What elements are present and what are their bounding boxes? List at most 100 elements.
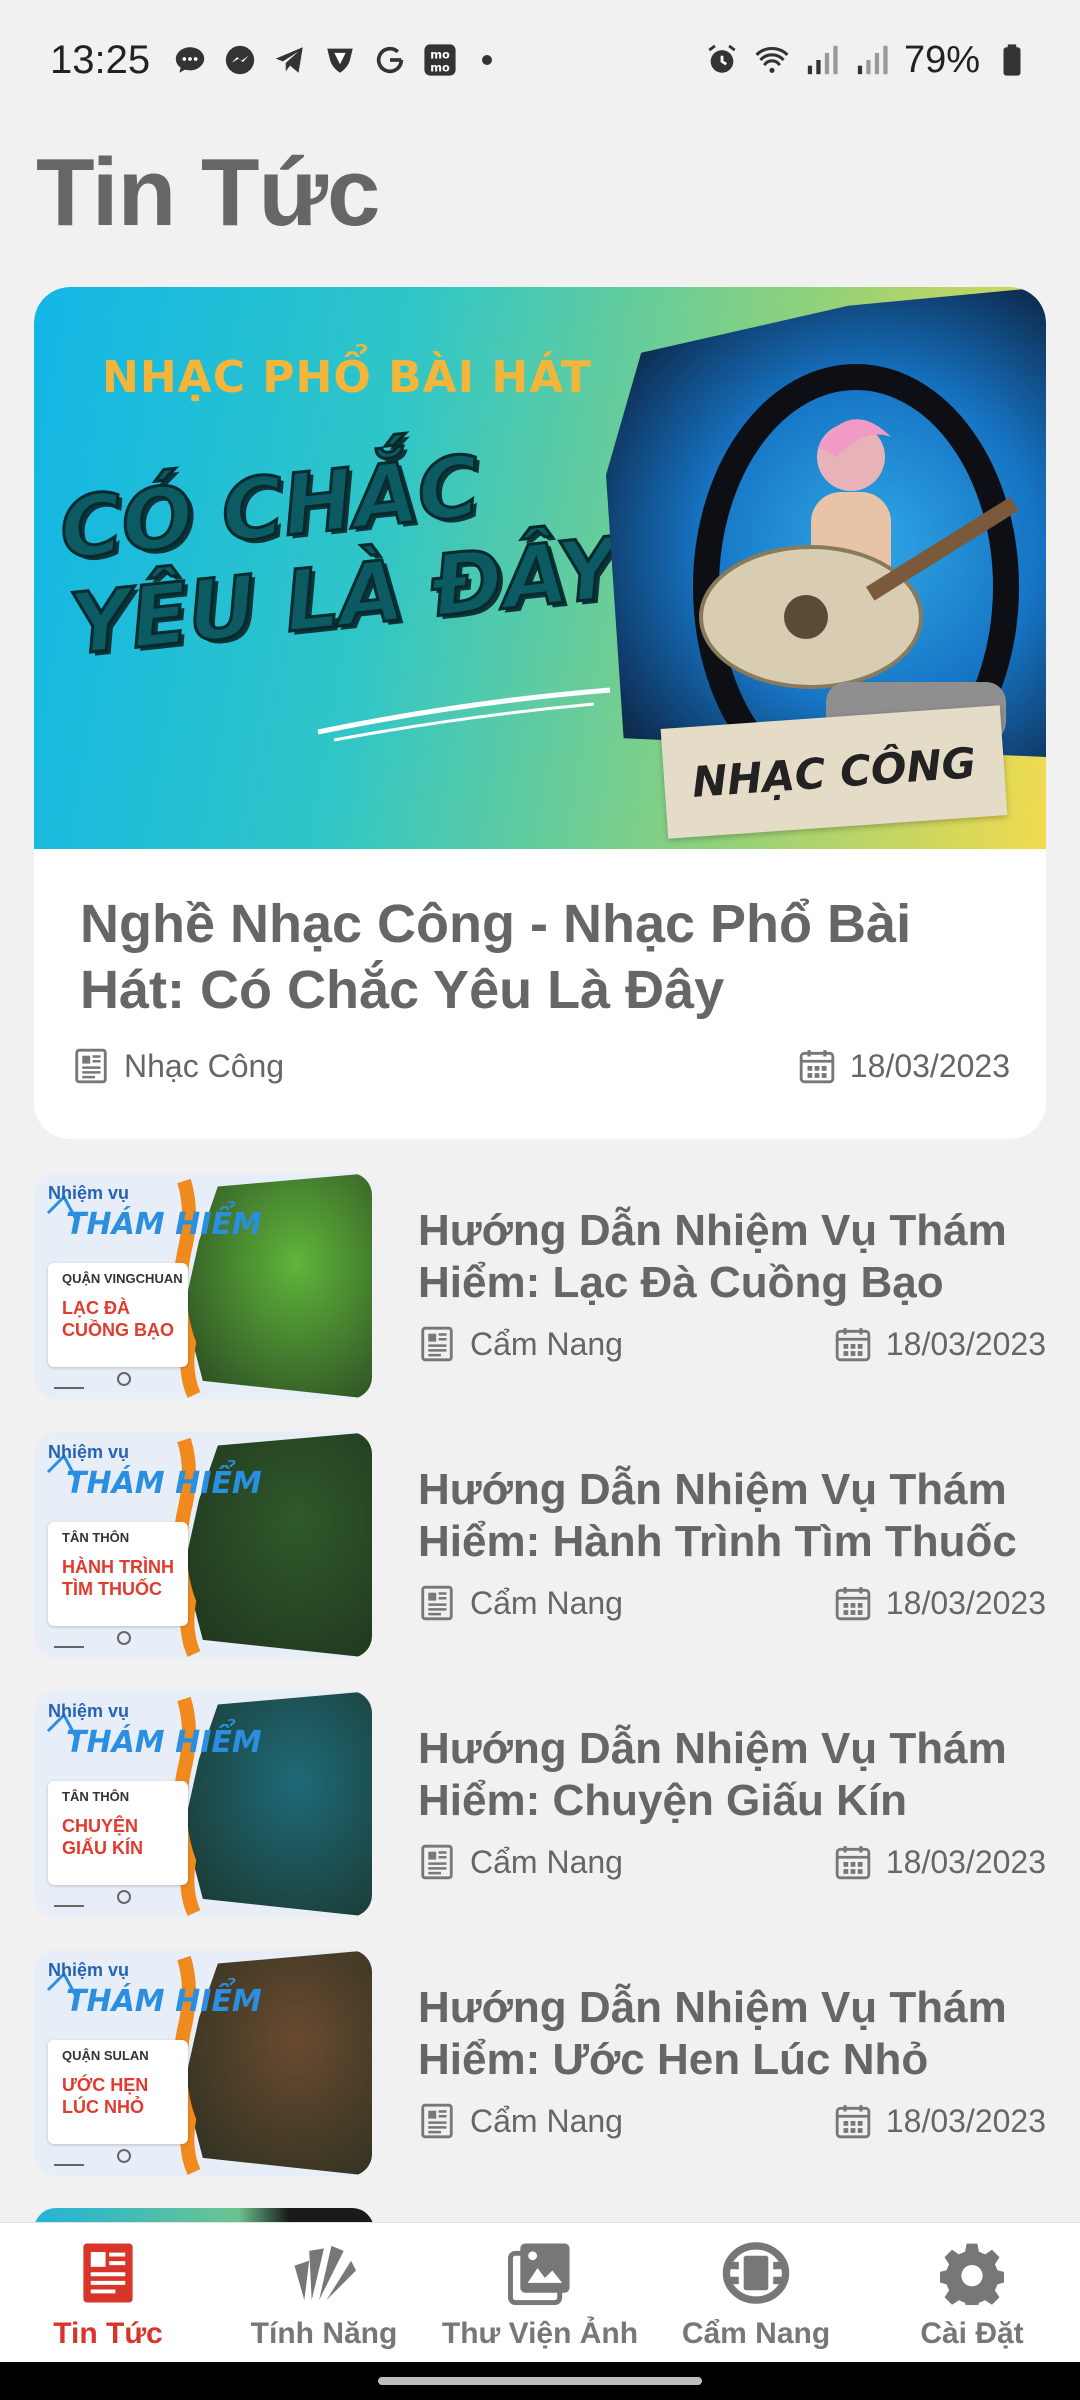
chat-bubble-icon — [172, 42, 208, 78]
thumbnail-note: TÂN THÔN CHUYỆN GIẤU KÍN — [48, 1781, 188, 1885]
thumbnail-note-sub: TÂN THÔN — [62, 1789, 130, 1804]
thumbnail-note: TÂN THÔN HÀNH TRÌNH TÌM THUỐC — [48, 1522, 188, 1626]
shield-icon — [322, 42, 358, 78]
calendar-icon — [834, 1584, 872, 1622]
page-title: Tin Tức — [36, 139, 380, 246]
calendar-icon — [834, 1843, 872, 1881]
article-list-item[interactable]: Nhiệm vụ THÁM HIỂM TÂN THÔN CHUYỆN GIẤU … — [34, 1691, 1046, 1917]
nav-label: Thư Viện Ảnh — [441, 2317, 639, 2350]
calendar-icon — [834, 2102, 872, 2140]
status-bar: 13:25 mo mo 79% — [0, 0, 1080, 120]
thumbnail-heading: THÁM HIỂM — [66, 1466, 262, 1501]
article-icon — [418, 1843, 456, 1881]
article-date: 18/03/2023 — [834, 1325, 1046, 1363]
article-title[interactable]: Hướng Dẫn Nhiệm Vụ Thám Hiểm: Ước Hen Lú… — [418, 1982, 1038, 2086]
nav-item-gallery[interactable]: Thư Viện Ảnh — [435, 2235, 645, 2351]
banner-tag: NHẠC CÔNG — [660, 705, 1008, 839]
calendar-icon — [834, 1325, 872, 1363]
home-gesture-handle[interactable] — [378, 2377, 702, 2385]
article-date-label: 18/03/2023 — [885, 2102, 1046, 2139]
article-meta: Cẩm Nang 18/03/2023 — [418, 1325, 1046, 1363]
article-title[interactable]: Hướng Dẫn Nhiệm Vụ Thám Hiểm: Hành Trình… — [418, 1464, 1038, 1568]
messenger-icon — [222, 42, 258, 78]
thumbnail-kicker: Nhiệm vụ — [48, 1960, 130, 1980]
article-thumbnail: Nhiệm vụ THÁM HIỂM TÂN THÔN HÀNH TRÌNH T… — [34, 1432, 372, 1658]
thumbnail-note-sub: QUẬN SULAN — [62, 2048, 149, 2063]
svg-text:mo: mo — [430, 60, 450, 74]
gesture-bar — [0, 2362, 1080, 2400]
nav-label: Cẩm Nang — [681, 2317, 831, 2350]
article-category: Cẩm Nang — [418, 1584, 623, 1622]
thumbnail-note: QUẬN SULAN ƯỚC HẸN LÚC NHỎ — [48, 2040, 188, 2144]
dot-icon — [482, 55, 493, 65]
handbook-icon — [718, 2235, 794, 2311]
featured-banner-image: NHẠC PHỔ BÀI HÁT CÓ CHẮC YÊU LÀ ĐÂY NHẠC… — [34, 287, 1046, 849]
article-list-item[interactable]: Nhiệm vụ THÁM HIỂM QUẬN VINGCHUAN LẠC ĐÀ… — [34, 1173, 1046, 1399]
featured-category-label: Nhạc Công — [124, 1047, 285, 1084]
article-list-item[interactable]: Nhiệm vụ THÁM HIỂM QUẬN SULAN ƯỚC HẸN LÚ… — [34, 1950, 1046, 2176]
article-meta: Cẩm Nang 18/03/2023 — [418, 1584, 1046, 1622]
signal-icon — [854, 42, 890, 78]
thumbnail-note-main: HÀNH TRÌNH TÌM THUỐC — [62, 1557, 174, 1599]
thumbnail-heading: THÁM HIỂM — [66, 1207, 262, 1242]
article-title[interactable]: Hướng Dẫn Nhiệm Vụ Thám Hiểm: Chuyện Giấ… — [418, 1723, 1038, 1827]
article-title[interactable]: Hướng Dẫn Nhiệm Vụ Thám Hiểm: Lạc Đà Cuồ… — [418, 1205, 1038, 1309]
article-date-label: 18/03/2023 — [885, 1325, 1046, 1362]
article-meta: Cẩm Nang 18/03/2023 — [418, 2102, 1046, 2140]
momo-icon: mo mo — [422, 42, 458, 78]
banner-headline: CÓ CHẮC YÊU LÀ ĐÂY — [54, 435, 625, 675]
status-right: 79% — [704, 39, 1030, 82]
thumbnail-heading: THÁM HIỂM — [66, 1984, 262, 2019]
battery-percent: 79% — [903, 38, 980, 81]
guitarist-illustration — [693, 364, 1019, 757]
article-date: 18/03/2023 — [834, 1584, 1046, 1622]
article-icon — [72, 1047, 110, 1085]
brush-fan-icon — [286, 2235, 362, 2311]
newspaper-icon — [70, 2235, 146, 2311]
article-thumbnail: Nhiệm vụ THÁM HIỂM TÂN THÔN CHUYỆN GIẤU … — [34, 1691, 372, 1917]
telegram-icon — [272, 42, 308, 78]
featured-article-card[interactable]: NHẠC PHỔ BÀI HÁT CÓ CHẮC YÊU LÀ ĐÂY NHẠC… — [34, 287, 1046, 1139]
photo-gallery-icon — [502, 2235, 578, 2311]
article-category-label: Cẩm Nang — [470, 1325, 623, 1362]
nav-item-settings[interactable]: Cài Đặt — [867, 2235, 1077, 2351]
article-thumbnail: Nhiệm vụ THÁM HIỂM QUẬN SULAN ƯỚC HẸN LÚ… — [34, 1950, 372, 2176]
article-date-label: 18/03/2023 — [885, 1843, 1046, 1880]
article-thumbnail: Nhiệm vụ THÁM HIỂM QUẬN VINGCHUAN LẠC ĐÀ… — [34, 1173, 372, 1399]
thumbnail-kicker: Nhiệm vụ — [48, 1442, 130, 1462]
article-icon — [418, 1325, 456, 1363]
wifi-icon — [754, 42, 790, 78]
thumbnail-note-sub: QUẬN VINGCHUAN — [62, 1271, 183, 1286]
article-icon — [418, 2102, 456, 2140]
thumbnail-heading: THÁM HIỂM — [66, 1725, 262, 1760]
article-category-label: Cẩm Nang — [470, 1843, 623, 1880]
g-icon — [372, 42, 408, 78]
article-category-label: Cẩm Nang — [470, 2102, 623, 2139]
article-meta: Cẩm Nang 18/03/2023 — [418, 1843, 1046, 1881]
nav-label: Tính Năng — [250, 2317, 398, 2350]
article-category-label: Cẩm Nang — [470, 1584, 623, 1621]
gear-icon — [934, 2235, 1010, 2311]
thumbnail-note: QUẬN VINGCHUAN LẠC ĐÀ CUỒNG BẠO — [48, 1263, 188, 1367]
featured-meta: Nhạc Công 18/03/2023 — [72, 1047, 1010, 1085]
article-date: 18/03/2023 — [834, 1843, 1046, 1881]
nav-item-handbook[interactable]: Cẩm Nang — [651, 2235, 861, 2351]
featured-article-title[interactable]: Nghề Nhạc Công - Nhạc Phổ Bài Hát: Có Ch… — [80, 891, 1020, 1023]
nav-label: Cài Đặt — [920, 2317, 1024, 2350]
status-time: 13:25 — [50, 37, 151, 82]
nav-item-news[interactable]: Tin Tức — [3, 2235, 213, 2351]
featured-date-label: 18/03/2023 — [849, 1047, 1010, 1084]
featured-date: 18/03/2023 — [798, 1047, 1010, 1085]
thumbnail-kicker: Nhiệm vụ — [48, 1701, 130, 1721]
thumbnail-kicker: Nhiệm vụ — [48, 1183, 130, 1203]
status-left: 13:25 mo mo — [50, 37, 493, 83]
article-date: 18/03/2023 — [834, 2102, 1046, 2140]
signal-icon — [804, 42, 840, 78]
article-category: Cẩm Nang — [418, 2102, 623, 2140]
thumbnail-note-main: ƯỚC HẸN LÚC NHỎ — [62, 2075, 149, 2117]
banner-swoosh — [317, 687, 611, 742]
banner-kicker: NHẠC PHỔ BÀI HÁT — [102, 352, 592, 403]
thumbnail-note-main: CHUYỆN GIẤU KÍN — [62, 1816, 143, 1858]
nav-item-features[interactable]: Tính Năng — [219, 2235, 429, 2351]
article-list-item[interactable]: Nhiệm vụ THÁM HIỂM TÂN THÔN HÀNH TRÌNH T… — [34, 1432, 1046, 1658]
